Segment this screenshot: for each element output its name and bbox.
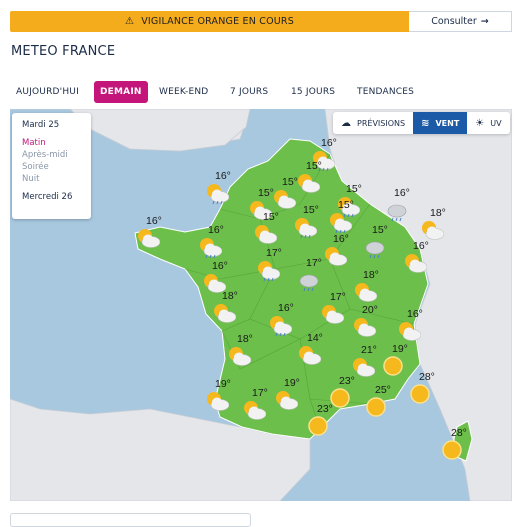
forecast-temperature: 19°: [392, 343, 408, 355]
warning-icon: ⚠: [125, 16, 135, 27]
forecast-temperature: 17°: [330, 291, 346, 303]
sun-cloud-icon[interactable]: [212, 302, 237, 330]
layer-forecasts-label: PRÉVISIONS: [357, 118, 406, 128]
forecast-temperature: 16°: [333, 233, 349, 245]
layer-uv[interactable]: ☀ UV: [467, 112, 509, 134]
forecast-temperature: 18°: [222, 290, 238, 302]
forecast-temperature: 18°: [237, 333, 253, 345]
sun-cloud-icon[interactable]: [136, 227, 161, 255]
sun-cloud-icon[interactable]: [320, 303, 345, 331]
cloud-rain-icon[interactable]: [384, 199, 408, 227]
forecast-temperature: 15°: [306, 160, 322, 172]
forecast-temperature: 15°: [303, 204, 319, 216]
forecast-temperature: 16°: [407, 308, 423, 320]
period-afternoon[interactable]: Après-midi: [22, 150, 91, 162]
forecast-temperature: 20°: [362, 304, 378, 316]
sun-icon[interactable]: [409, 383, 433, 411]
uk-south-coast: [69, 109, 251, 152]
period-morning[interactable]: Matin: [22, 138, 91, 150]
tab-tomorrow[interactable]: DEMAIN: [94, 81, 148, 103]
sun-cloud-icon[interactable]: [205, 390, 230, 418]
sun-cloud-rain-icon[interactable]: [293, 216, 318, 244]
search-field[interactable]: [10, 513, 251, 527]
period-selector: Mardi 25 Matin Après-midi Soirée Nuit Me…: [12, 113, 91, 219]
tab-15-days[interactable]: 15 JOURS: [285, 81, 341, 103]
forecast-temperature: 16°: [212, 260, 228, 272]
layer-wind[interactable]: ≋ VENT: [413, 112, 468, 134]
sun-cloud-rain-icon[interactable]: [268, 314, 293, 342]
forecast-temperature: 15°: [372, 224, 388, 236]
vigilance-alert-banner[interactable]: ⚠ VIGILANCE ORANGE EN COURS: [10, 11, 409, 32]
forecast-temperature: 18°: [430, 207, 446, 219]
forecast-temperature: 25°: [375, 384, 391, 396]
forecast-temperature: 15°: [263, 211, 279, 223]
period-night[interactable]: Nuit: [22, 174, 91, 186]
tab-7-days[interactable]: 7 JOURS: [224, 81, 274, 103]
wind-icon: ≋: [421, 117, 430, 129]
forecast-temperature: 19°: [284, 377, 300, 389]
sun-cloud-icon[interactable]: [297, 344, 322, 372]
alert-text: VIGILANCE ORANGE EN COURS: [141, 16, 294, 27]
forecast-temperature: 23°: [317, 403, 333, 415]
cloud-sun-icon: ☁: [341, 117, 351, 129]
forecast-temperature: 16°: [278, 302, 294, 314]
layer-forecasts[interactable]: ☁ PRÉVISIONS: [333, 112, 413, 134]
forecast-temperature: 23°: [339, 375, 355, 387]
sun-icon[interactable]: [441, 439, 465, 467]
forecast-temperature: 16°: [146, 215, 162, 227]
page-title: METEO FRANCE: [11, 44, 116, 59]
forecast-temperature: 15°: [282, 176, 298, 188]
sun-cloud-icon[interactable]: [227, 345, 252, 373]
sun-icon[interactable]: [307, 415, 331, 443]
forecast-temperature: 16°: [208, 224, 224, 236]
forecast-temperature: 17°: [306, 257, 322, 269]
sun-cloud-icon[interactable]: [323, 245, 348, 273]
sun-cloud-icon[interactable]: [242, 399, 267, 427]
consult-label: Consulter: [431, 16, 477, 27]
tab-today[interactable]: AUJOURD'HUI: [10, 81, 85, 103]
cloud-rain-icon[interactable]: [296, 269, 320, 297]
sun-cloud-rain-icon[interactable]: [205, 182, 230, 210]
forecast-temperature: 16°: [321, 137, 337, 149]
tab-trends[interactable]: TENDANCES: [351, 81, 420, 103]
forecast-temperature: 16°: [413, 240, 429, 252]
forecast-temperature: 16°: [394, 187, 410, 199]
sun-icon[interactable]: [382, 355, 406, 383]
forecast-temperature: 28°: [451, 427, 467, 439]
forecast-temperature: 15°: [258, 187, 274, 199]
forecast-temperature: 16°: [215, 170, 231, 182]
forecast-temperature: 19°: [215, 378, 231, 390]
sun-cloud-icon[interactable]: [274, 389, 299, 417]
forecast-temperature: 15°: [346, 183, 362, 195]
forecast-temperature: 18°: [363, 269, 379, 281]
cloud-rain-icon[interactable]: [362, 236, 386, 264]
sun-cloud-rain-icon[interactable]: [256, 259, 281, 287]
forecast-temperature: 15°: [338, 199, 354, 211]
layer-uv-label: UV: [490, 118, 502, 128]
arrow-right-icon: →: [480, 16, 489, 27]
forecast-temperature: 14°: [307, 332, 323, 344]
forecast-temperature: 28°: [419, 371, 435, 383]
sun-cloud-icon[interactable]: [403, 252, 428, 280]
period-day-2[interactable]: Mercredi 26: [22, 192, 91, 204]
period-evening[interactable]: Soirée: [22, 162, 91, 174]
uv-sun-icon: ☀: [475, 117, 485, 129]
sun-icon[interactable]: [365, 396, 389, 424]
sun-cloud-icon[interactable]: [296, 172, 321, 200]
consult-button[interactable]: Consulter →: [409, 11, 512, 32]
layer-wind-label: VENT: [435, 118, 460, 128]
forecast-temperature: 21°: [361, 344, 377, 356]
tab-weekend[interactable]: WEEK-END: [153, 81, 214, 103]
map-layer-switch: ☁ PRÉVISIONS ≋ VENT ☀ UV: [333, 112, 510, 134]
forecast-temperature: 17°: [266, 247, 282, 259]
forecast-temperature: 17°: [252, 387, 268, 399]
period-day-1: Mardi 25: [22, 120, 60, 130]
sun-cloud-icon[interactable]: [352, 316, 377, 344]
